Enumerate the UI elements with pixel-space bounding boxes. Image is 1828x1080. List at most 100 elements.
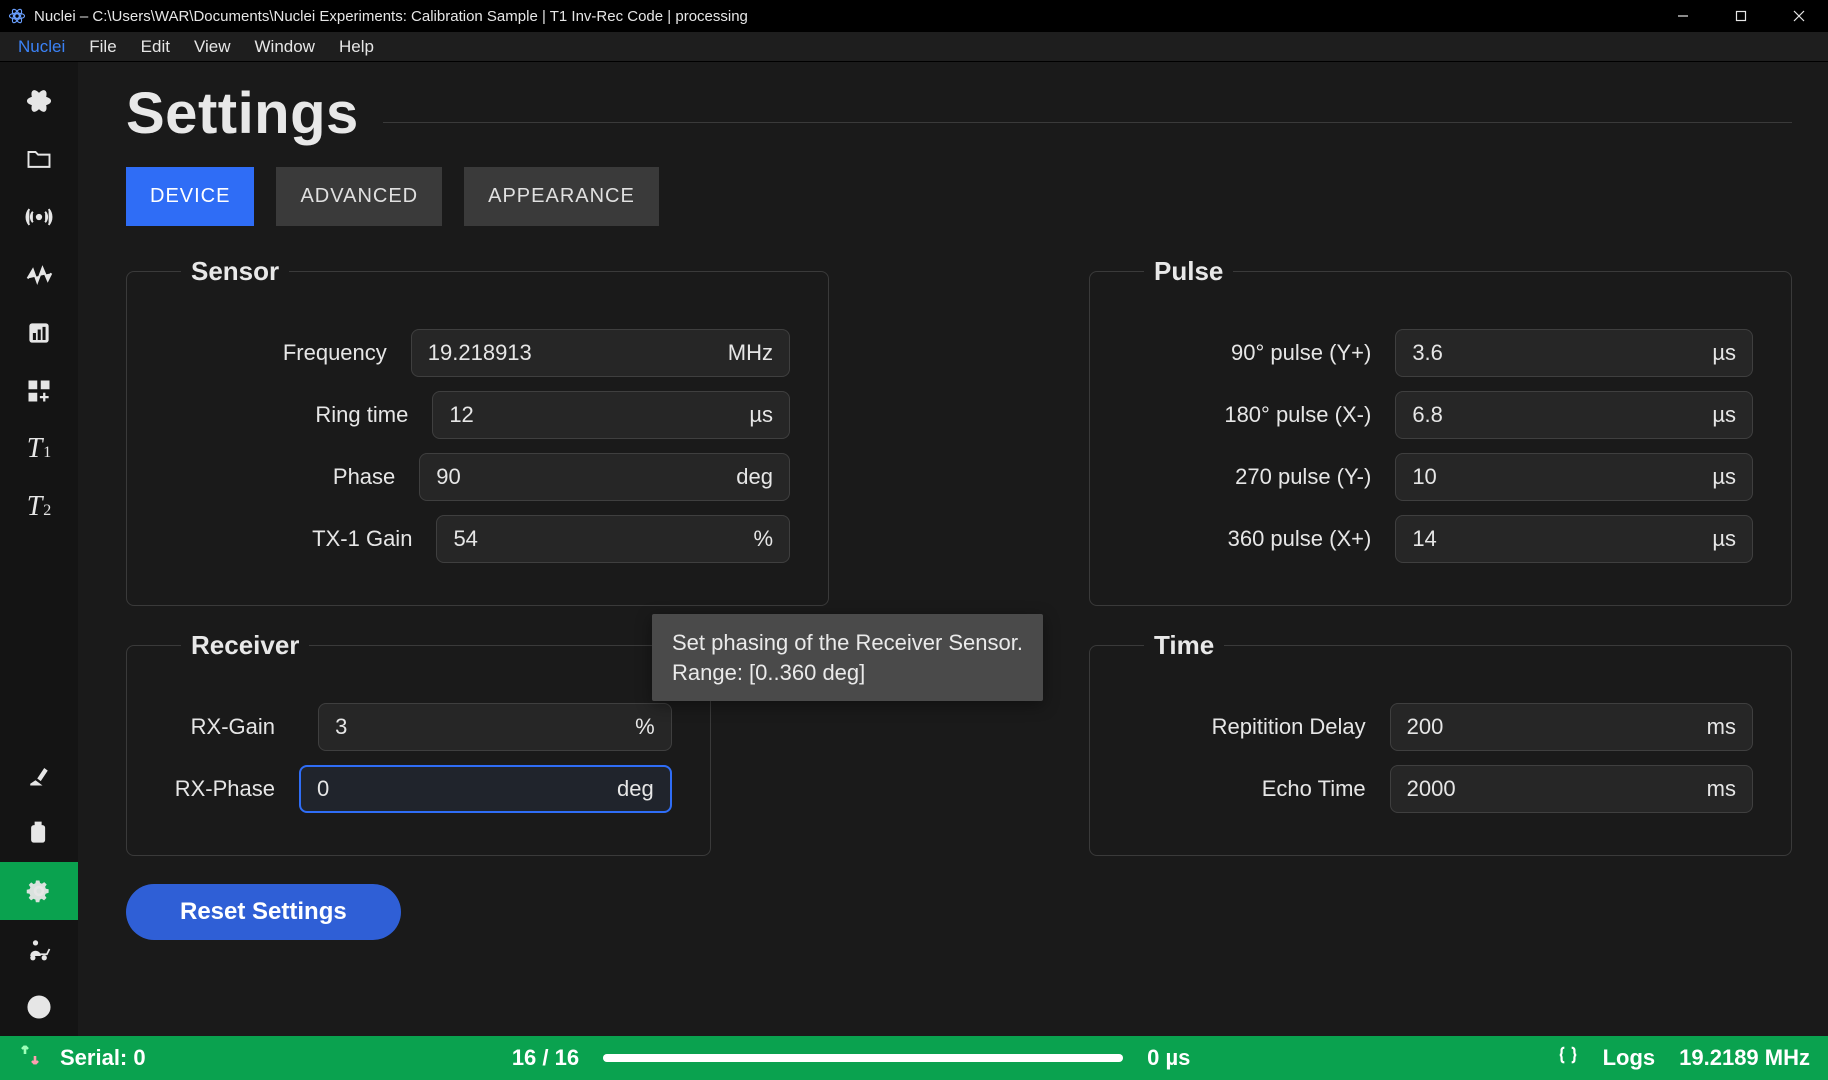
unit-echotime: ms [1707, 776, 1736, 802]
input-pulse270-field[interactable] [1412, 464, 1700, 490]
unit-rxphase: deg [617, 776, 654, 802]
titlebar: Nuclei – C:\Users\WAR\Documents\Nuclei E… [0, 0, 1828, 32]
input-echotime-field[interactable] [1407, 776, 1695, 802]
progress-bar [603, 1054, 1123, 1062]
input-rxgain[interactable]: % [318, 703, 672, 751]
input-pulse180[interactable]: µs [1395, 391, 1753, 439]
menu-view[interactable]: View [182, 33, 243, 61]
sidebar-item-add-widget[interactable] [0, 362, 78, 420]
tab-appearance[interactable]: APPEARANCE [464, 167, 659, 226]
label-pulse90: 90° pulse (Y+) [1128, 340, 1371, 366]
label-rxgain: RX-Gain [165, 714, 275, 740]
sidebar-item-chart[interactable] [0, 304, 78, 362]
unit-pulse270: µs [1712, 464, 1736, 490]
tab-device[interactable]: DEVICE [126, 167, 254, 226]
input-repdelay[interactable]: ms [1390, 703, 1753, 751]
sidebar-item-t2[interactable]: T2 [0, 478, 78, 536]
sidebar-item-folder[interactable] [0, 130, 78, 188]
input-echotime[interactable]: ms [1390, 765, 1753, 813]
input-ringtime[interactable]: µs [432, 391, 790, 439]
input-rxphase-field[interactable] [317, 776, 605, 802]
tooltip-line2: Range: [0..360 deg] [672, 658, 1023, 688]
unit-pulse360: µs [1712, 526, 1736, 552]
input-rxgain-field[interactable] [335, 714, 623, 740]
menubar: Nuclei File Edit View Window Help [0, 32, 1828, 62]
input-pulse360[interactable]: µs [1395, 515, 1753, 563]
tab-advanced[interactable]: ADVANCED [276, 167, 442, 226]
input-phase[interactable]: deg [419, 453, 790, 501]
reset-settings-button[interactable]: Reset Settings [126, 884, 401, 940]
status-serial: Serial: 0 [60, 1045, 146, 1071]
input-frequency[interactable]: MHz [411, 329, 790, 377]
input-pulse90[interactable]: µs [1395, 329, 1753, 377]
label-rxphase: RX-Phase [165, 776, 275, 802]
sidebar-item-settings[interactable] [0, 862, 78, 920]
label-pulse270: 270 pulse (Y-) [1128, 464, 1371, 490]
legend-sensor: Sensor [181, 256, 289, 287]
unit-pulse180: µs [1712, 402, 1736, 428]
window-title: Nuclei – C:\Users\WAR\Documents\Nuclei E… [34, 8, 748, 25]
group-time: Time Repitition Delay ms Echo Time ms [1089, 630, 1792, 856]
close-button[interactable] [1770, 0, 1828, 32]
menu-edit[interactable]: Edit [129, 33, 182, 61]
input-frequency-field[interactable] [428, 340, 716, 366]
tooltip-line1: Set phasing of the Receiver Sensor. [672, 628, 1023, 658]
app-icon [8, 7, 26, 25]
tooltip-rxphase: Set phasing of the Receiver Sensor. Rang… [652, 614, 1043, 701]
minimize-button[interactable] [1654, 0, 1712, 32]
unit-rxgain: % [635, 714, 655, 740]
status-freq: 19.2189 MHz [1679, 1045, 1810, 1071]
menu-help[interactable]: Help [327, 33, 386, 61]
main-content: Settings DEVICE ADVANCED APPEARANCE Sens… [78, 62, 1828, 1036]
status-progress-text: 16 / 16 [512, 1045, 579, 1071]
input-pulse360-field[interactable] [1412, 526, 1700, 552]
label-tx1gain: TX-1 Gain [165, 526, 412, 552]
sync-icon [18, 1043, 42, 1073]
status-logs[interactable]: Logs [1603, 1045, 1656, 1071]
unit-phase: deg [736, 464, 773, 490]
unit-repdelay: ms [1707, 714, 1736, 740]
input-pulse90-field[interactable] [1412, 340, 1700, 366]
unit-tx1gain: % [753, 526, 773, 552]
braces-icon [1557, 1044, 1579, 1072]
unit-frequency: MHz [728, 340, 773, 366]
maximize-button[interactable] [1712, 0, 1770, 32]
status-time: 0 µs [1147, 1045, 1190, 1071]
sidebar-item-broadcast[interactable] [0, 188, 78, 246]
sidebar-item-waveform[interactable] [0, 246, 78, 304]
statusbar: Serial: 0 16 / 16 0 µs Logs 19.2189 MHz [0, 1036, 1828, 1080]
sidebar-item-battery[interactable] [0, 804, 78, 862]
legend-time: Time [1144, 630, 1224, 661]
menu-window[interactable]: Window [243, 33, 327, 61]
input-ringtime-field[interactable] [449, 402, 737, 428]
sidebar-item-dig[interactable] [0, 746, 78, 804]
label-echotime: Echo Time [1128, 776, 1366, 802]
input-pulse270[interactable]: µs [1395, 453, 1753, 501]
label-frequency: Frequency [165, 340, 387, 366]
unit-ringtime: µs [749, 402, 773, 428]
label-phase: Phase [165, 464, 395, 490]
sidebar: T1 T2 [0, 62, 78, 1036]
legend-pulse: Pulse [1144, 256, 1233, 287]
sidebar-item-atom[interactable] [0, 72, 78, 130]
sidebar-item-child[interactable] [0, 920, 78, 978]
input-tx1gain-field[interactable] [453, 526, 741, 552]
input-tx1gain[interactable]: % [436, 515, 790, 563]
input-phase-field[interactable] [436, 464, 724, 490]
menu-file[interactable]: File [77, 33, 128, 61]
menu-nuclei[interactable]: Nuclei [6, 33, 77, 61]
input-pulse180-field[interactable] [1412, 402, 1700, 428]
input-rxphase[interactable]: deg [299, 765, 672, 813]
group-sensor: Sensor Frequency MHz Ring time µs [126, 256, 829, 606]
title-rule [383, 122, 1792, 123]
group-pulse: Pulse 90° pulse (Y+) µs 180° pulse (X-) … [1089, 256, 1792, 606]
group-receiver: Receiver RX-Gain % RX-Phase deg [126, 630, 711, 856]
label-ringtime: Ring time [165, 402, 408, 428]
sidebar-item-t1[interactable]: T1 [0, 420, 78, 478]
label-pulse360: 360 pulse (X+) [1128, 526, 1371, 552]
tabs: DEVICE ADVANCED APPEARANCE [126, 167, 1792, 226]
label-pulse180: 180° pulse (X-) [1128, 402, 1371, 428]
sidebar-item-help[interactable] [0, 978, 78, 1036]
legend-receiver: Receiver [181, 630, 309, 661]
input-repdelay-field[interactable] [1407, 714, 1695, 740]
